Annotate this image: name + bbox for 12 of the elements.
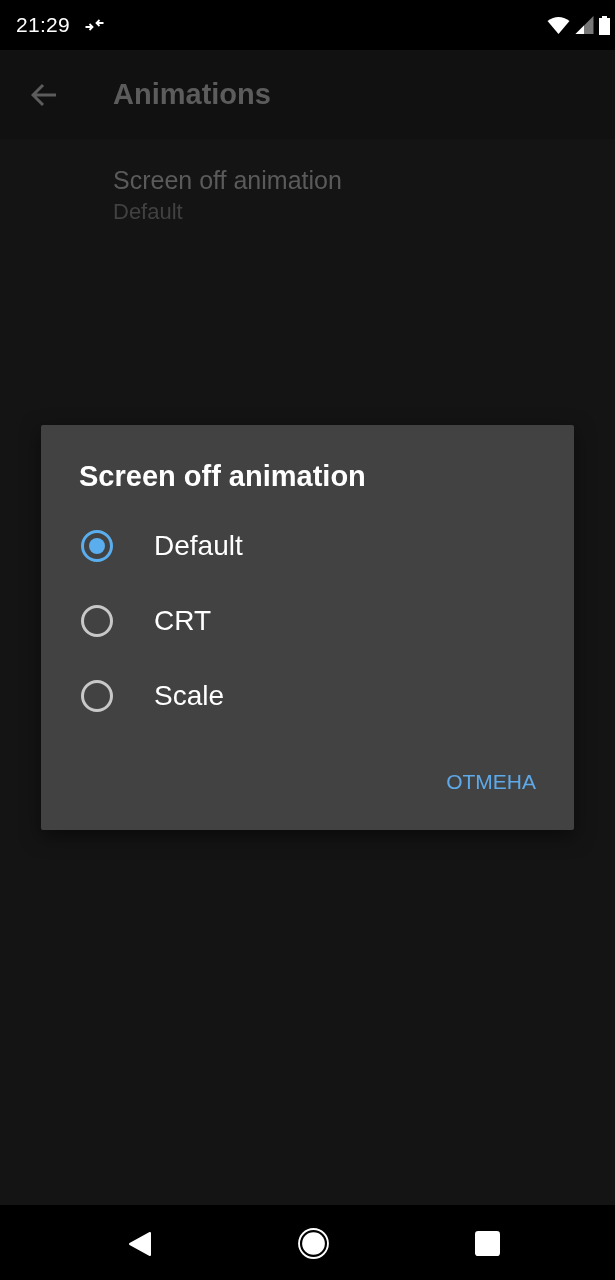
dialog-title: Screen off animation xyxy=(79,461,366,491)
radio-option[interactable]: Default xyxy=(79,508,243,583)
radio-option[interactable]: Scale xyxy=(79,658,225,733)
battery-icon xyxy=(599,15,610,35)
wifi-icon xyxy=(547,16,570,34)
status-time: 21:29 xyxy=(16,13,71,37)
cancel-button[interactable]: ОТМЕНА xyxy=(438,758,536,806)
screen-title: Animations xyxy=(113,78,271,111)
radio-option[interactable]: CRT xyxy=(79,583,212,658)
arrows-icon xyxy=(84,18,106,32)
home-icon[interactable] xyxy=(298,1228,329,1259)
signal-icon xyxy=(575,16,594,34)
